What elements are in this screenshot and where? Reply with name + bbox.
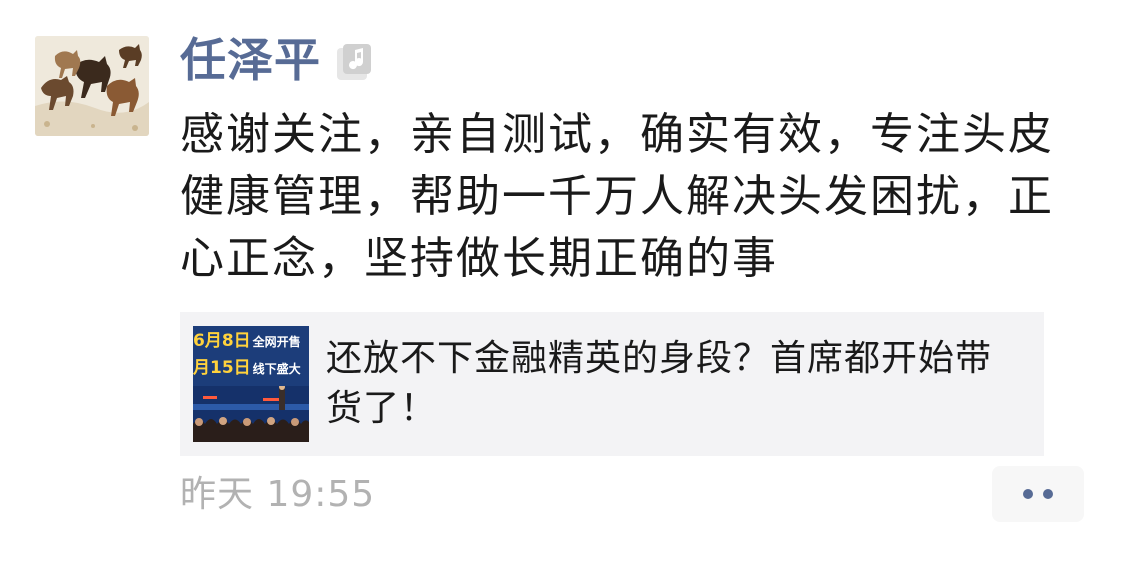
thumbnail-text-1: 全网开售 bbox=[252, 335, 301, 349]
thumbnail-line-2: 月15日 线下盛大 bbox=[193, 360, 301, 377]
post-text: 感谢关注，亲自测试，确实有效，专注头皮健康管理，帮助一千万人解决头发困扰，正心正… bbox=[180, 109, 1054, 284]
moment-post: 任泽平 感谢关注，亲自测试，确实有效，专注头皮健康管理，帮助一千万人解决头发困扰… bbox=[0, 0, 1125, 582]
post-timestamp: 昨天 19:55 bbox=[180, 474, 376, 515]
thumbnail-date-2: 月15日 bbox=[193, 358, 251, 378]
stage-audience-image bbox=[193, 386, 309, 442]
thumbnail-line-1: 6月8日 全网开售 bbox=[193, 333, 301, 350]
horses-painting-avatar-icon bbox=[35, 36, 149, 136]
author-row: 任泽平 bbox=[180, 30, 373, 90]
more-dots-icon bbox=[1043, 489, 1053, 499]
more-dots-icon bbox=[1023, 489, 1033, 499]
more-actions-button[interactable] bbox=[992, 466, 1084, 522]
avatar[interactable] bbox=[35, 36, 149, 136]
music-note-badge-icon bbox=[335, 42, 373, 82]
author-name[interactable]: 任泽平 bbox=[180, 30, 321, 90]
thumbnail-text-2: 线下盛大 bbox=[252, 362, 301, 376]
shared-link-card[interactable]: 6月8日 全网开售 月15日 线下盛大 还放不下金融精英的身段？首席都开始带货了！ bbox=[180, 312, 1044, 456]
link-title: 还放不下金融精英的身段？首席都开始带货了！ bbox=[326, 338, 993, 429]
thumbnail-date-1: 6月8日 bbox=[193, 331, 251, 351]
link-thumbnail: 6月8日 全网开售 月15日 线下盛大 bbox=[193, 326, 309, 442]
